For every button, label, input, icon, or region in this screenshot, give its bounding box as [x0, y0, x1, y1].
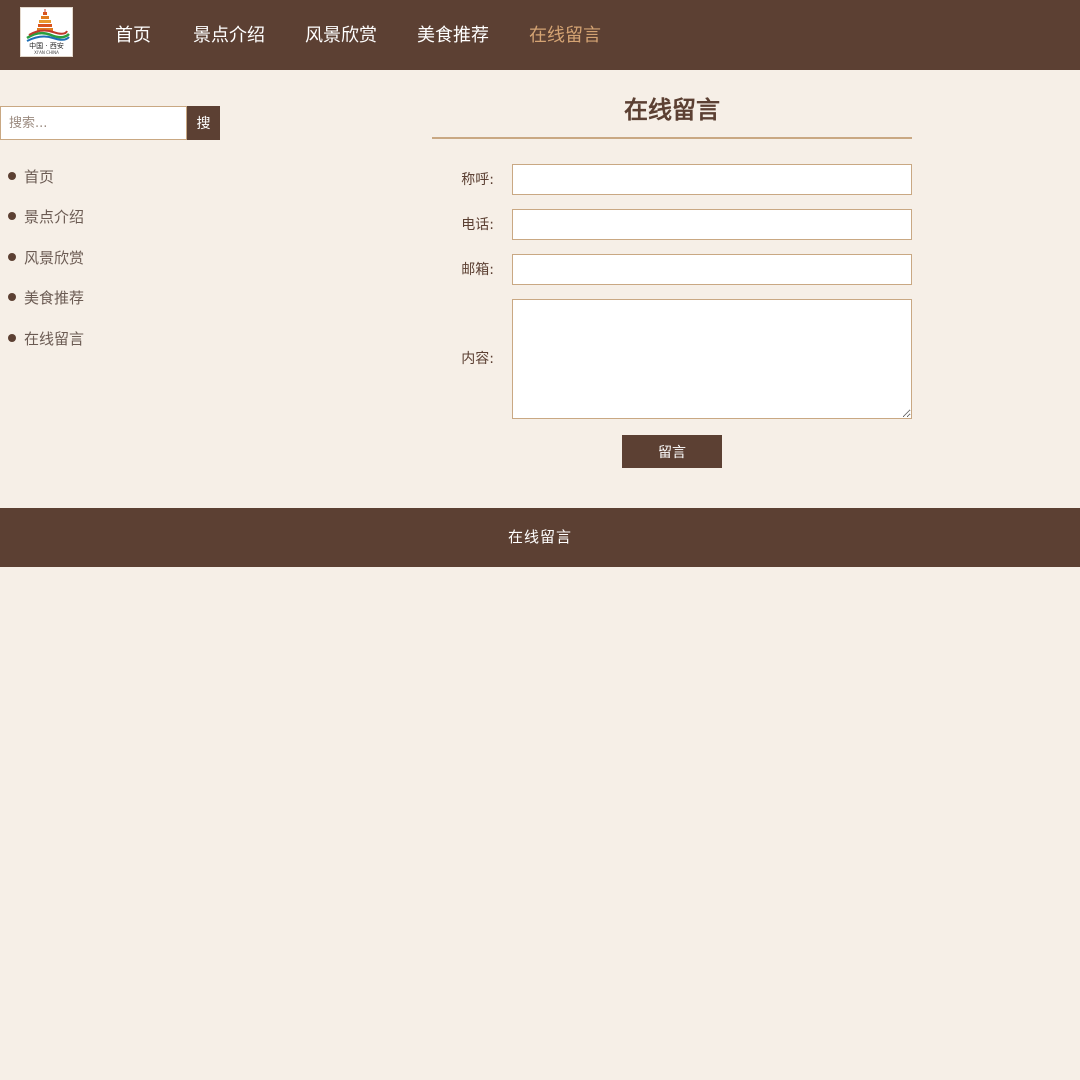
sidebar-item-label: 美食推荐: [24, 289, 85, 307]
submit-button[interactable]: 留言: [622, 435, 722, 468]
nav-item-scenery[interactable]: 风景欣赏: [305, 0, 377, 70]
sidebar-item-food[interactable]: 美食推荐: [0, 287, 200, 309]
content-textarea[interactable]: [512, 299, 912, 419]
logo-subtext: XI'AN CHINA: [34, 50, 59, 55]
sidebar-item-label: 首页: [24, 168, 55, 186]
footer: 在线留言: [0, 508, 1080, 567]
phone-label: 电话:: [461, 217, 494, 233]
sidebar-item-guestbook[interactable]: 在线留言: [0, 328, 200, 350]
nav-item-food[interactable]: 美食推荐: [417, 0, 489, 70]
nav-item-guestbook[interactable]: 在线留言: [529, 0, 601, 70]
sidebar-item-label: 风景欣赏: [24, 249, 85, 267]
sidebar-item-label: 在线留言: [24, 330, 85, 348]
email-label: 邮箱:: [461, 262, 494, 278]
search-button[interactable]: 搜: [187, 106, 220, 140]
email-field[interactable]: [512, 254, 912, 285]
sidebar-item-label: 景点介绍: [24, 208, 85, 226]
sidebar-item-home[interactable]: 首页: [0, 166, 200, 188]
name-label: 称呼:: [461, 172, 494, 188]
top-header: 中国 · 西安 XI'AN CHINA 首页 景点介绍 风景欣赏 美食推荐 在线…: [0, 0, 1080, 70]
page-title: 在线留言: [624, 96, 720, 124]
pagoda-logo-icon: [26, 9, 70, 42]
nav-item-attractions[interactable]: 景点介绍: [193, 0, 265, 70]
bullet-icon: [8, 293, 16, 301]
sidebar-item-attractions[interactable]: 景点介绍: [0, 206, 200, 228]
bullet-icon: [8, 334, 16, 342]
site-logo[interactable]: 中国 · 西安 XI'AN CHINA: [20, 7, 73, 57]
bullet-icon: [8, 172, 16, 180]
footer-text: 在线留言: [507, 528, 572, 546]
bullet-icon: [8, 253, 16, 261]
search-input[interactable]: [0, 106, 187, 140]
phone-field[interactable]: [512, 209, 912, 240]
content-label: 内容:: [461, 351, 494, 367]
name-field[interactable]: [512, 164, 912, 195]
sidebar-item-scenery[interactable]: 风景欣赏: [0, 247, 200, 269]
title-divider: [432, 137, 912, 139]
nav-item-home[interactable]: 首页: [115, 0, 151, 70]
bullet-icon: [8, 212, 16, 220]
logo-text: 中国 · 西安: [29, 42, 64, 50]
